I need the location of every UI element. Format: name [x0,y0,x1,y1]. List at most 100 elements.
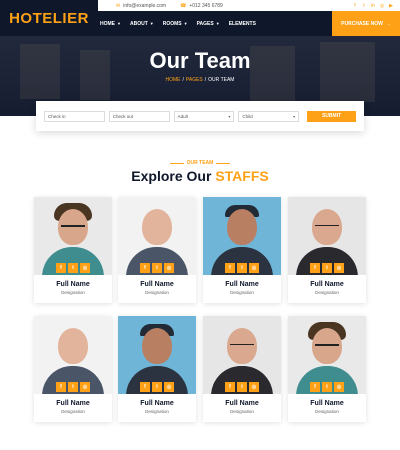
topbar-email[interactable]: ✉ info@example.com [116,3,166,9]
youtube-icon[interactable]: ▶ [388,3,394,9]
submit-button[interactable]: SUBMIT [307,110,356,122]
breadcrumb-home[interactable]: HOME [166,77,181,83]
team-card: f t ◎ Full Name Designation [203,197,281,303]
team-card: f t ◎ Full Name Designation [203,316,281,422]
instagram-icon[interactable]: ◎ [164,382,174,392]
team-role: Designation [315,290,339,295]
team-photo: f t ◎ [288,316,366,394]
purchase-now-button[interactable]: PURCHASE NOW → [332,11,400,36]
twitter-icon[interactable]: t [152,263,162,273]
team-photo: f t ◎ [203,316,281,394]
team-role: Designation [230,409,254,414]
team-photo: f t ◎ [34,316,112,394]
nav-home-label: HOME [100,20,115,27]
chevron-down-icon: ▾ [228,113,231,119]
team-card: f t ◎ Full Name Designation [288,197,366,303]
team-name: Full Name [310,281,344,288]
topbar-socials: f t in ◎ ▶ [352,3,394,9]
instagram-icon[interactable]: ◎ [249,263,259,273]
team-photo: f t ◎ [118,197,196,275]
facebook-icon[interactable]: f [310,263,320,273]
chevron-down-icon: ▼ [183,21,188,26]
nav-about[interactable]: ABOUT ▼ [130,21,154,27]
team-photo: f t ◎ [288,197,366,275]
section-title-accent: STAFFS [215,168,269,184]
team-name: Full Name [225,400,259,407]
facebook-icon[interactable]: f [352,3,358,9]
team-socials: f t ◎ [34,382,112,392]
twitter-icon[interactable]: t [237,382,247,392]
twitter-icon[interactable]: t [361,3,367,9]
arrow-right-icon: → [385,20,391,27]
team-socials: f t ◎ [203,263,281,273]
booking-form: Check in Check out Adult ▾ Child ▾ SUBMIT [36,101,364,131]
team-photo: f t ◎ [118,316,196,394]
team-socials: f t ◎ [203,382,281,392]
breadcrumb: HOME / PAGES / OUR TEAM [0,77,400,83]
instagram-icon[interactable]: ◎ [334,382,344,392]
checkin-placeholder: Check in [48,113,66,119]
nav-about-label: ABOUT [129,20,148,27]
nav-pages[interactable]: PAGES ▼ [197,21,220,27]
nav-elements[interactable]: ELEMENTS [229,21,256,27]
instagram-icon[interactable]: ◎ [334,263,344,273]
chevron-down-icon: ▾ [293,113,296,119]
facebook-icon[interactable]: f [310,382,320,392]
twitter-icon[interactable]: t [68,382,78,392]
eyebrow-text: OUR TEAM [186,160,214,166]
twitter-icon[interactable]: t [237,263,247,273]
team-photo: f t ◎ [203,197,281,275]
section-eyebrow: OUR TEAM [0,160,400,166]
twitter-icon[interactable]: t [68,263,78,273]
facebook-icon[interactable]: f [225,382,235,392]
divider [169,162,184,164]
section-title: Explore Our STAFFS [0,168,400,184]
twitter-icon[interactable]: t [152,382,162,392]
facebook-icon[interactable]: f [140,263,150,273]
nav-rooms[interactable]: ROOMS ▼ [163,21,188,27]
checkout-input[interactable]: Check out [108,110,170,122]
facebook-icon[interactable]: f [56,263,66,273]
facebook-icon[interactable]: f [140,382,150,392]
team-role: Designation [145,290,169,295]
adult-select[interactable]: Adult ▾ [173,110,235,122]
brand-logo[interactable]: HOTELIER [9,10,89,27]
purchase-label: PURCHASE NOW [341,20,383,27]
team-role: Designation [230,290,254,295]
breadcrumb-separator: / [204,77,207,83]
team-name: Full Name [310,400,344,407]
team-card: f t ◎ Full Name Designation [118,197,196,303]
chevron-down-icon: ▼ [215,21,220,26]
team-role: Designation [61,290,85,295]
nav-home[interactable]: HOME ▼ [100,21,121,27]
envelope-icon: ✉ [116,2,121,9]
topbar-phone[interactable]: ☎ +012 345 6789 [180,3,223,9]
instagram-icon[interactable]: ◎ [379,3,385,9]
instagram-icon[interactable]: ◎ [249,382,259,392]
instagram-icon[interactable]: ◎ [164,263,174,273]
divider [216,162,231,164]
child-select[interactable]: Child ▾ [238,110,300,122]
breadcrumb-pages[interactable]: PAGES [186,77,203,83]
brand-logo-box[interactable]: HOTELIER [0,0,98,36]
chevron-down-icon: ▼ [149,21,154,26]
twitter-icon[interactable]: t [322,263,332,273]
twitter-icon[interactable]: t [322,382,332,392]
breadcrumb-current: OUR TEAM [208,77,235,83]
facebook-icon[interactable]: f [56,382,66,392]
team-role: Designation [145,409,169,414]
team-name: Full Name [225,281,259,288]
team-socials: f t ◎ [118,382,196,392]
team-name: Full Name [56,400,90,407]
team-card: f t ◎ Full Name Designation [34,197,112,303]
checkin-input[interactable]: Check in [44,110,105,122]
team-socials: f t ◎ [118,263,196,273]
nav-rooms-label: ROOMS [162,20,182,27]
main-navbar: HOME ▼ ABOUT ▼ ROOMS ▼ PAGES ▼ ELEMENTS PURC… [98,11,400,36]
team-name: Full Name [140,281,174,288]
instagram-icon[interactable]: ◎ [80,382,90,392]
instagram-icon[interactable]: ◎ [80,263,90,273]
linkedin-icon[interactable]: in [370,3,376,9]
team-role: Designation [61,409,85,414]
facebook-icon[interactable]: f [225,263,235,273]
